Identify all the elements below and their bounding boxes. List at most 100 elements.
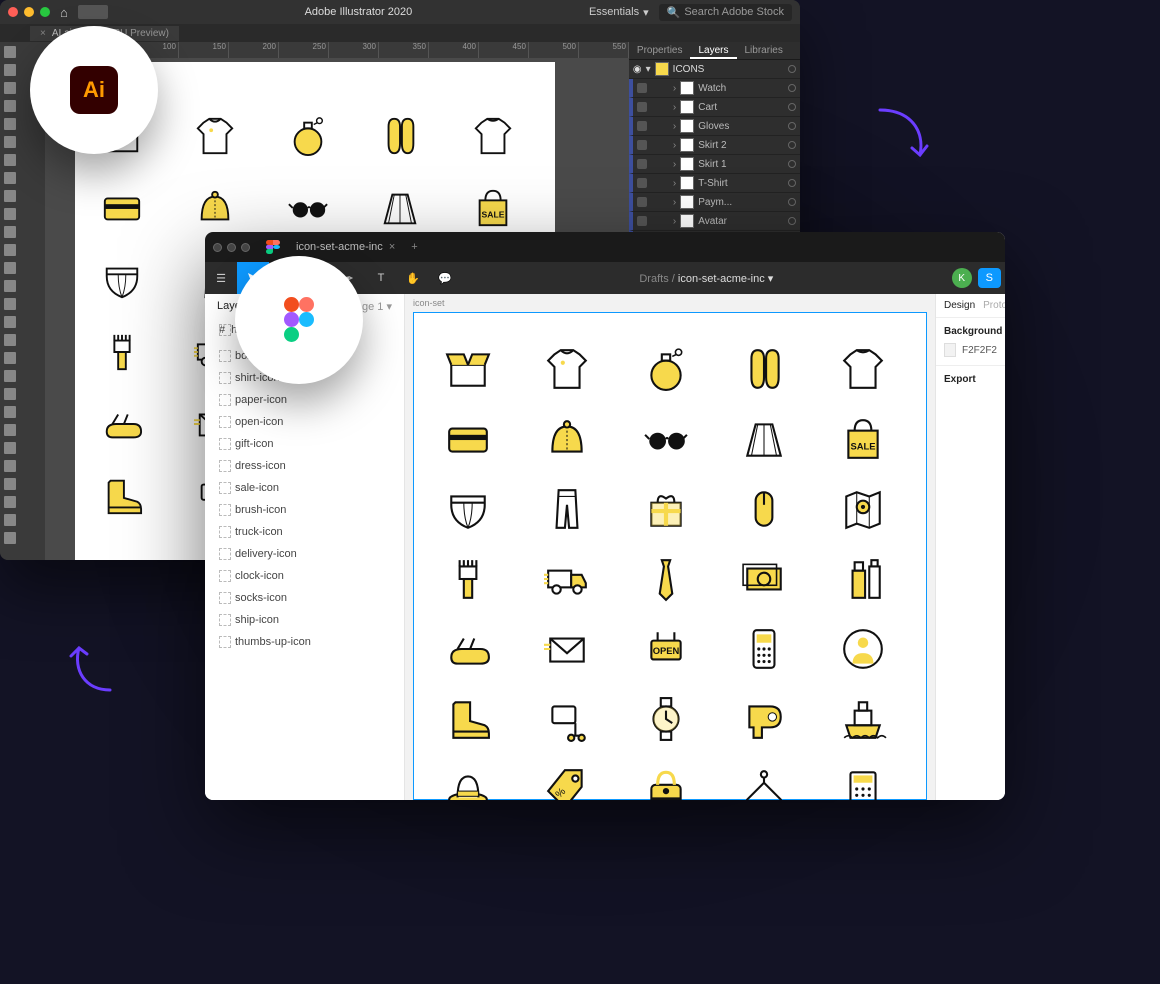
breadcrumb[interactable]: Drafts / icon-set-acme-inc ▾ [461,272,952,285]
chevron-right-icon[interactable]: › [673,121,676,132]
chevron-down-icon[interactable]: ▾ [646,64,651,75]
tool-icon[interactable] [4,64,16,76]
tool-icon[interactable] [4,82,16,94]
tool-icon[interactable] [4,334,16,346]
tool-icon[interactable] [4,262,16,274]
calc-icon[interactable] [734,623,794,675]
dryer-icon[interactable] [734,693,794,745]
canvas-frame[interactable] [413,312,927,800]
skirt-icon[interactable] [373,184,427,232]
libraries-tab[interactable]: Libraries [737,42,791,59]
selection-indicator[interactable] [788,179,796,187]
tool-icon[interactable] [4,208,16,220]
tool-icon[interactable] [4,298,16,310]
glasses-icon[interactable] [636,413,696,465]
spray-icon[interactable] [833,553,893,605]
section-title[interactable]: Export [944,374,997,385]
tool-icon[interactable] [4,352,16,364]
user-avatar[interactable]: K [952,268,972,288]
cart-icon[interactable] [537,693,597,745]
avatar-icon[interactable] [833,623,893,675]
truck-icon[interactable] [537,553,597,605]
glasses-icon[interactable] [281,184,335,232]
tag-icon[interactable] [537,763,597,800]
selection-indicator[interactable] [788,141,796,149]
figma-canvas[interactable]: icon-set [405,294,935,800]
menu-icon[interactable]: ☰ [205,262,237,294]
tool-icon[interactable] [4,478,16,490]
tool-icon[interactable] [4,406,16,418]
ship-icon[interactable] [833,693,893,745]
figma-logo-icon[interactable] [266,240,280,254]
tool-icon[interactable] [4,388,16,400]
tshirt-icon[interactable] [833,343,893,395]
card-icon[interactable] [95,184,149,232]
layers-tab[interactable]: Layers [690,42,736,59]
minimize-dot[interactable] [227,243,236,252]
hanger-icon[interactable] [734,763,794,800]
root-layer-row[interactable]: ◉ ▾ ICONS [629,60,800,79]
tool-icon[interactable] [4,514,16,526]
layer-row[interactable]: › Skirt 2 [629,136,800,155]
calc2-icon[interactable] [833,763,893,800]
layer-row[interactable]: thumbs-up-icon [205,631,404,653]
tool-icon[interactable] [4,244,16,256]
sandal-icon[interactable] [438,623,498,675]
tool-icon[interactable] [4,424,16,436]
chevron-right-icon[interactable]: › [673,102,676,113]
eye-icon[interactable]: ◉ [633,64,642,75]
layer-row[interactable]: open-icon [205,411,404,433]
zoom-dot[interactable] [241,243,250,252]
comment-tool-icon[interactable]: 💬 [429,262,461,294]
selection-indicator[interactable] [788,160,796,168]
sandal-icon[interactable] [95,400,149,448]
shirt-icon[interactable] [537,343,597,395]
cash-icon[interactable] [734,553,794,605]
tool-icon[interactable] [4,496,16,508]
map-icon[interactable] [833,483,893,535]
workspace-dropdown[interactable]: Essentials ▾ [589,6,649,19]
layer-row[interactable]: gift-icon [205,433,404,455]
beanie-icon[interactable] [188,184,242,232]
close-dot[interactable] [213,243,222,252]
text-tool-icon[interactable]: T [365,262,397,294]
underwear-icon[interactable] [438,483,498,535]
boot-icon[interactable] [95,472,149,520]
bag-icon[interactable] [466,184,520,232]
zoom-dot[interactable] [40,7,50,17]
tool-icon[interactable] [4,280,16,292]
bag-icon[interactable] [833,413,893,465]
tool-icon[interactable] [4,172,16,184]
layer-row[interactable]: truck-icon [205,521,404,543]
layer-row[interactable]: ship-icon [205,609,404,631]
minimize-dot[interactable] [24,7,34,17]
underwear-icon[interactable] [95,256,149,304]
skirt-icon[interactable] [734,413,794,465]
perfume-icon[interactable] [636,343,696,395]
tool-icon[interactable] [4,190,16,202]
mail-icon[interactable] [537,623,597,675]
view-switcher[interactable] [78,5,108,19]
chevron-right-icon[interactable]: › [673,216,676,227]
tool-icon[interactable] [4,154,16,166]
design-tab[interactable]: Design [944,300,975,311]
layer-row[interactable]: socks-icon [205,587,404,609]
tool-icon[interactable] [4,46,16,58]
tool-panel[interactable] [0,42,29,560]
layer-row[interactable]: › T-Shirt [629,174,800,193]
tool-icon[interactable] [4,136,16,148]
gloves-icon[interactable] [373,112,427,160]
brush-icon[interactable] [438,553,498,605]
mouse-icon[interactable] [734,483,794,535]
selection-indicator[interactable] [788,65,796,73]
beanie-icon[interactable] [537,413,597,465]
tool-icon[interactable] [4,442,16,454]
selection-indicator[interactable] [788,122,796,130]
layer-row[interactable]: › Cart [629,98,800,117]
chevron-right-icon[interactable]: › [673,83,676,94]
stock-search[interactable]: 🔍 Search Adobe Stock [659,4,792,21]
tool-icon[interactable] [4,460,16,472]
layer-row[interactable]: delivery-icon [205,543,404,565]
chevron-right-icon[interactable]: › [673,178,676,189]
tool-icon[interactable] [4,118,16,130]
